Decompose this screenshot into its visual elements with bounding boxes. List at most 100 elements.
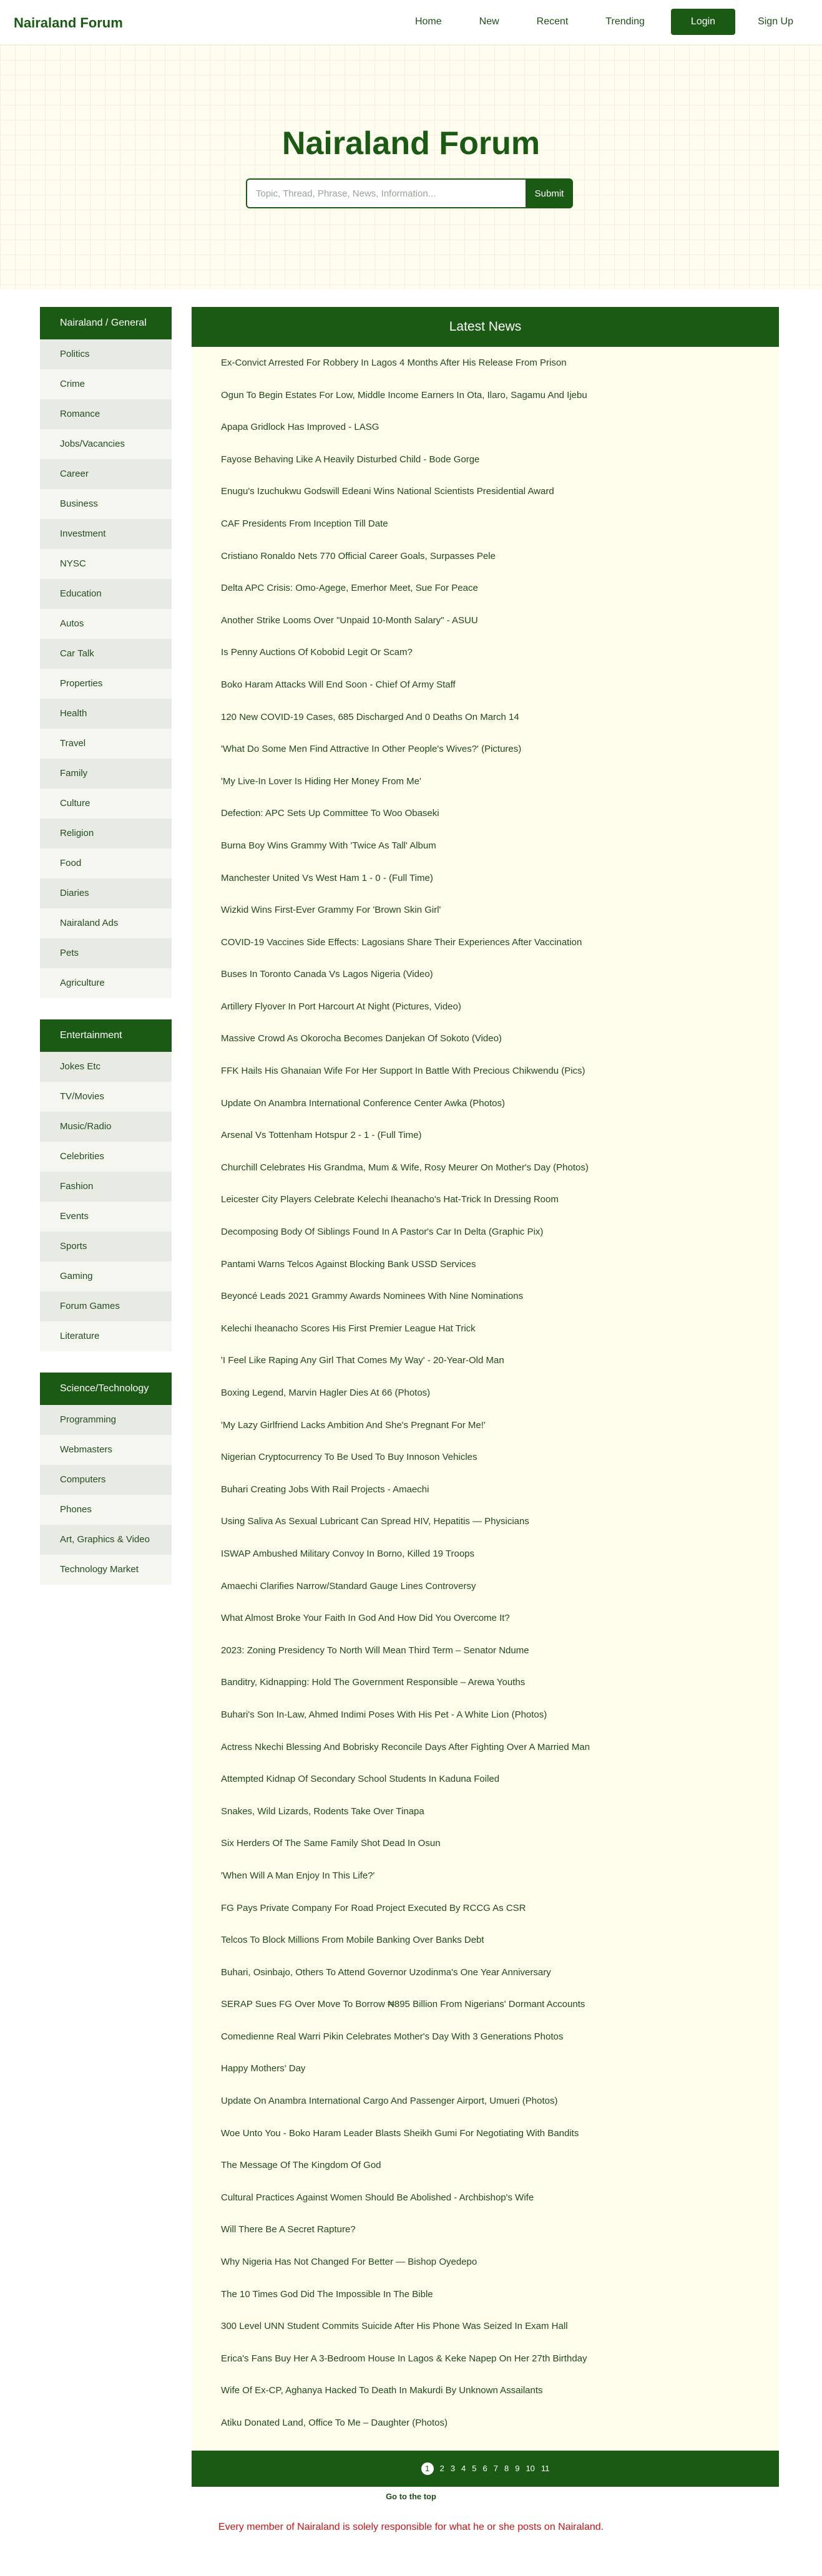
news-item[interactable]: The 10 Times God Did The Impossible In T… (221, 2286, 779, 2318)
sidebar-group-title[interactable]: Nairaland / General (40, 307, 172, 339)
sidebar-item-computers[interactable]: Computers (40, 1465, 172, 1495)
news-item[interactable]: Buses In Toronto Canada Vs Lagos Nigeria… (221, 966, 779, 998)
news-item[interactable]: Update On Anambra International Cargo An… (221, 2092, 779, 2125)
news-item[interactable]: Burna Boy Wins Grammy With 'Twice As Tal… (221, 837, 779, 870)
news-item[interactable]: Buhari Creating Jobs With Rail Projects … (221, 1481, 779, 1514)
news-item[interactable]: Beyoncé Leads 2021 Grammy Awards Nominee… (221, 1288, 779, 1320)
news-item[interactable]: Fayose Behaving Like A Heavily Disturbed… (221, 451, 779, 484)
news-item[interactable]: Snakes, Wild Lizards, Rodents Take Over … (221, 1803, 779, 1835)
sidebar-item-tv-movies[interactable]: TV/Movies (40, 1082, 172, 1112)
sidebar-item-pets[interactable]: Pets (40, 938, 172, 968)
news-item[interactable]: ISWAP Ambushed Military Convoy In Borno,… (221, 1545, 779, 1578)
news-item[interactable]: 'When Will A Man Enjoy In This Life?' (221, 1867, 779, 1900)
page-link-7[interactable]: 7 (494, 2464, 498, 2473)
sidebar-item-autos[interactable]: Autos (40, 609, 172, 639)
sidebar-item-events[interactable]: Events (40, 1202, 172, 1232)
go-to-top-link[interactable]: Go to the top (0, 2492, 822, 2501)
sidebar-item-phones[interactable]: Phones (40, 1495, 172, 1525)
page-link-9[interactable]: 9 (515, 2464, 519, 2473)
sidebar-item-health[interactable]: Health (40, 699, 172, 729)
news-item[interactable]: 'My Lazy Girlfriend Lacks Ambition And S… (221, 1417, 779, 1449)
news-item[interactable]: Artillery Flyover In Port Harcourt At Ni… (221, 998, 779, 1031)
news-item[interactable]: Another Strike Looms Over "Unpaid 10-Mon… (221, 612, 779, 644)
news-item[interactable]: Comedienne Real Warri Pikin Celebrates M… (221, 2028, 779, 2061)
sidebar-item-crime[interactable]: Crime (40, 369, 172, 399)
news-item[interactable]: Ex-Convict Arrested For Robbery In Lagos… (221, 354, 779, 387)
page-link-11[interactable]: 11 (541, 2464, 550, 2473)
news-item[interactable]: The Message Of The Kingdom Of God (221, 2157, 779, 2189)
news-item[interactable]: Apapa Gridlock Has Improved - LASG (221, 419, 779, 451)
news-item[interactable]: What Almost Broke Your Faith In God And … (221, 1610, 779, 1642)
news-item[interactable]: Is Penny Auctions Of Kobobid Legit Or Sc… (221, 644, 779, 676)
sidebar-item-agriculture[interactable]: Agriculture (40, 968, 172, 998)
sidebar-item-career[interactable]: Career (40, 459, 172, 489)
news-item[interactable]: SERAP Sues FG Over Move To Borrow ₦895 B… (221, 1996, 779, 2028)
sidebar-item-education[interactable]: Education (40, 579, 172, 609)
sidebar-item-food[interactable]: Food (40, 848, 172, 878)
sidebar-item-investment[interactable]: Investment (40, 519, 172, 549)
sidebar-item-religion[interactable]: Religion (40, 819, 172, 848)
page-link-4[interactable]: 4 (461, 2464, 466, 2473)
news-item[interactable]: Ogun To Begin Estates For Low, Middle In… (221, 387, 779, 419)
sidebar-group-title[interactable]: Entertainment (40, 1019, 172, 1052)
news-item[interactable]: Massive Crowd As Okorocha Becomes Danjek… (221, 1030, 779, 1062)
search-submit-button[interactable]: Submit (526, 178, 573, 208)
site-logo[interactable]: Nairaland Forum (14, 15, 123, 31)
news-item[interactable]: Nigerian Cryptocurrency To Be Used To Bu… (221, 1449, 779, 1481)
news-item[interactable]: Woe Unto You - Boko Haram Leader Blasts … (221, 2125, 779, 2157)
news-item[interactable]: Erica's Fans Buy Her A 3-Bedroom House I… (221, 2350, 779, 2383)
news-item[interactable]: Atiku Donated Land, Office To Me – Daugh… (221, 2414, 779, 2447)
sidebar-item-romance[interactable]: Romance (40, 399, 172, 429)
news-item[interactable]: Manchester United Vs West Ham 1 - 0 - (F… (221, 870, 779, 902)
news-item[interactable]: Actress Nkechi Blessing And Bobrisky Rec… (221, 1739, 779, 1771)
news-item[interactable]: Buhari, Osinbajo, Others To Attend Gover… (221, 1964, 779, 1996)
nav-recent-link[interactable]: Recent (522, 9, 584, 35)
news-item[interactable]: Churchill Celebrates His Grandma, Mum & … (221, 1159, 779, 1192)
sidebar-item-sports[interactable]: Sports (40, 1232, 172, 1261)
sidebar-item-jobs-vacancies[interactable]: Jobs/Vacancies (40, 429, 172, 459)
login-button[interactable]: Login (670, 9, 736, 35)
news-item[interactable]: CAF Presidents From Inception Till Date (221, 515, 779, 548)
sidebar-item-properties[interactable]: Properties (40, 669, 172, 699)
news-item[interactable]: Leicester City Players Celebrate Kelechi… (221, 1191, 779, 1223)
search-input[interactable] (246, 178, 526, 208)
sidebar-item-politics[interactable]: Politics (40, 339, 172, 369)
sidebar-item-nysc[interactable]: NYSC (40, 549, 172, 579)
page-link-3[interactable]: 3 (451, 2464, 455, 2473)
news-item[interactable]: Pantami Warns Telcos Against Blocking Ba… (221, 1256, 779, 1288)
news-item[interactable]: 2023: Zoning Presidency To North Will Me… (221, 1642, 779, 1674)
news-item[interactable]: COVID-19 Vaccines Side Effects: Lagosian… (221, 934, 779, 966)
news-item[interactable]: Defection: APC Sets Up Committee To Woo … (221, 805, 779, 837)
sidebar-item-travel[interactable]: Travel (40, 729, 172, 759)
sidebar-item-webmasters[interactable]: Webmasters (40, 1435, 172, 1465)
sidebar-item-technology-market[interactable]: Technology Market (40, 1555, 172, 1585)
nav-trending-link[interactable]: Trending (590, 9, 660, 35)
news-item[interactable]: Wife Of Ex-CP, Aghanya Hacked To Death I… (221, 2382, 779, 2414)
sidebar-item-nairaland-ads[interactable]: Nairaland Ads (40, 908, 172, 938)
sidebar-item-literature[interactable]: Literature (40, 1321, 172, 1351)
news-item[interactable]: Amaechi Clarifies Narrow/Standard Gauge … (221, 1578, 779, 1610)
news-item[interactable]: Boko Haram Attacks Will End Soon - Chief… (221, 676, 779, 709)
news-item[interactable]: 'My Live-In Lover Is Hiding Her Money Fr… (221, 773, 779, 805)
sidebar-item-culture[interactable]: Culture (40, 789, 172, 819)
news-item[interactable]: Attempted Kidnap Of Secondary School Stu… (221, 1771, 779, 1803)
nav-home-link[interactable]: Home (400, 9, 457, 35)
news-item[interactable]: Delta APC Crisis: Omo-Agege, Emerhor Mee… (221, 580, 779, 612)
news-item[interactable]: 300 Level UNN Student Commits Suicide Af… (221, 2318, 779, 2350)
news-item[interactable]: Banditry, Kidnapping: Hold The Governmen… (221, 1674, 779, 1706)
news-item[interactable]: Why Nigeria Has Not Changed For Better —… (221, 2253, 779, 2286)
sidebar-item-music-radio[interactable]: Music/Radio (40, 1112, 172, 1142)
signup-link[interactable]: Sign Up (743, 9, 808, 35)
news-item[interactable]: FFK Hails His Ghanaian Wife For Her Supp… (221, 1062, 779, 1095)
sidebar-item-gaming[interactable]: Gaming (40, 1261, 172, 1291)
news-item[interactable]: Using Saliva As Sexual Lubricant Can Spr… (221, 1513, 779, 1545)
news-item[interactable]: Decomposing Body Of Siblings Found In A … (221, 1223, 779, 1256)
news-item[interactable]: Update On Anambra International Conferen… (221, 1095, 779, 1127)
news-item[interactable]: 'I Feel Like Raping Any Girl That Comes … (221, 1352, 779, 1384)
news-item[interactable]: Kelechi Iheanacho Scores His First Premi… (221, 1320, 779, 1353)
sidebar-item-jokes-etc[interactable]: Jokes Etc (40, 1052, 172, 1082)
page-link-1[interactable]: 1 (421, 2462, 434, 2475)
sidebar-item-programming[interactable]: Programming (40, 1405, 172, 1435)
news-item[interactable]: Arsenal Vs Tottenham Hotspur 2 - 1 - (Fu… (221, 1127, 779, 1159)
news-item[interactable]: Wizkid Wins First-Ever Grammy For 'Brown… (221, 902, 779, 934)
